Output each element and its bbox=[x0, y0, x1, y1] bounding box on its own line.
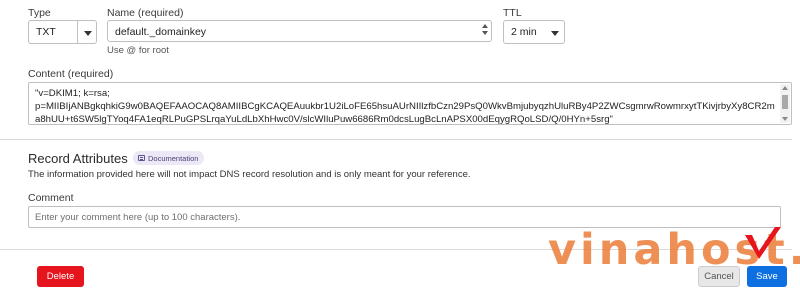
cancel-button[interactable]: Cancel bbox=[698, 266, 740, 287]
type-select[interactable]: TXT bbox=[28, 20, 97, 44]
documentation-label: Documentation bbox=[148, 153, 199, 163]
attributes-description: The information provided here will not i… bbox=[28, 169, 471, 180]
ttl-select-value: 2 min bbox=[511, 26, 537, 38]
checkmark-icon bbox=[745, 227, 781, 259]
name-hint: Use @ for root bbox=[107, 45, 169, 56]
content-textarea[interactable]: "v=DKIM1; k=rsa; p=MIIBIjANBgkqhkiG9w0BA… bbox=[28, 82, 792, 125]
record-attributes-heading: Record Attributes bbox=[28, 151, 128, 166]
comment-placeholder: Enter your comment here (up to 100 chara… bbox=[35, 212, 241, 223]
content-scrollbar[interactable] bbox=[780, 84, 790, 123]
chevron-down-icon bbox=[84, 31, 92, 36]
type-select-separator bbox=[77, 21, 78, 43]
ttl-select[interactable]: 2 min bbox=[503, 20, 565, 44]
type-select-value: TXT bbox=[36, 26, 56, 38]
content-textarea-value: "v=DKIM1; k=rsa; p=MIIBIjANBgkqhkiG9w0BA… bbox=[35, 88, 775, 125]
documentation-link[interactable]: Documentation bbox=[133, 151, 205, 165]
comment-label: Comment bbox=[28, 192, 74, 204]
save-button[interactable]: Save bbox=[747, 266, 787, 287]
stepper-icon[interactable] bbox=[481, 23, 489, 39]
section-divider bbox=[0, 139, 792, 140]
name-input[interactable]: default._domainkey bbox=[107, 20, 492, 42]
delete-button[interactable]: Delete bbox=[37, 266, 84, 287]
name-input-value: default._domainkey bbox=[115, 26, 207, 38]
name-label: Name (required) bbox=[107, 7, 184, 19]
ttl-label: TTL bbox=[503, 7, 522, 19]
type-label: Type bbox=[28, 7, 51, 19]
scroll-thumb[interactable] bbox=[782, 95, 788, 109]
chevron-down-icon bbox=[551, 31, 559, 36]
documentation-icon bbox=[138, 155, 145, 161]
content-label: Content (required) bbox=[28, 68, 114, 80]
scroll-up-icon[interactable] bbox=[782, 86, 788, 90]
scroll-down-icon[interactable] bbox=[782, 117, 788, 121]
